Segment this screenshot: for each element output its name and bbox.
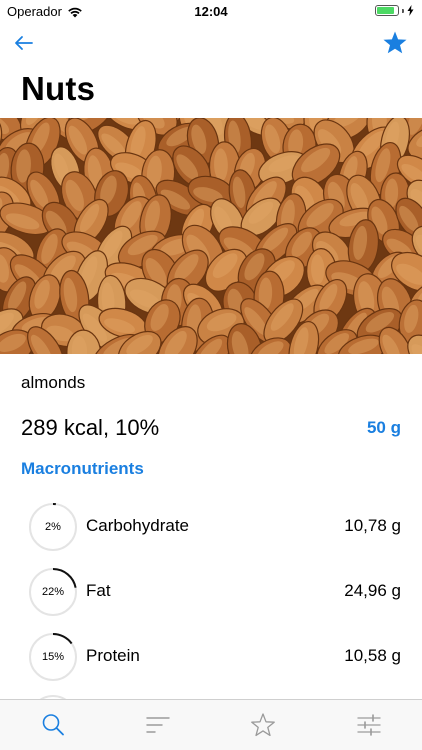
tab-search[interactable] xyxy=(38,710,68,740)
battery-icon xyxy=(375,5,399,16)
nutrient-name: Carbohydrate xyxy=(86,516,190,535)
battery-level-fill xyxy=(377,7,394,14)
battery-indicator xyxy=(375,5,414,16)
tab-favorites[interactable] xyxy=(248,710,278,740)
navigation-bar xyxy=(0,24,422,64)
nutrient-amount: 24,96 g xyxy=(344,581,401,600)
nutrient-name: Fat xyxy=(86,581,111,600)
nutrient-row-fat: 22% Fat 24,96 g xyxy=(0,567,422,623)
nutrient-amount: 10,58 g xyxy=(344,646,401,665)
nutrient-name: Protein xyxy=(86,646,140,665)
percent-label: 2% xyxy=(45,521,61,533)
back-button[interactable] xyxy=(10,28,40,58)
star-filled-icon xyxy=(383,31,407,54)
status-bar: Operador 12:04 xyxy=(0,0,422,22)
energy-value: 289 kcal, 10% xyxy=(21,415,160,440)
battery-tip xyxy=(402,8,404,13)
nutrient-row-carbohydrate: 2% Carbohydrate 10,78 g xyxy=(0,502,422,558)
star-outline-icon xyxy=(251,713,275,737)
sliders-icon xyxy=(357,714,381,736)
list-sort-icon xyxy=(146,717,170,733)
food-image xyxy=(0,118,422,354)
tab-settings[interactable] xyxy=(354,710,384,740)
arrow-left-icon xyxy=(15,36,33,50)
tab-bar xyxy=(0,699,422,750)
page-title: Nuts xyxy=(21,70,96,107)
percent-label: 22% xyxy=(41,586,65,598)
charging-bolt-icon xyxy=(407,5,414,16)
tab-sort[interactable] xyxy=(143,710,173,740)
macronutrients-header: Macronutrients xyxy=(21,459,144,478)
status-time: 12:04 xyxy=(194,4,228,19)
percent-label: 15% xyxy=(41,651,65,663)
nutrient-row-protein: 15% Protein 10,58 g xyxy=(0,632,422,688)
search-icon xyxy=(42,714,64,736)
food-name: almonds xyxy=(21,373,86,392)
portion-size-button[interactable]: 50 g xyxy=(367,418,401,438)
nutrient-amount: 10,78 g xyxy=(344,516,401,535)
almonds-photo xyxy=(0,118,422,354)
favorite-button[interactable] xyxy=(380,28,410,58)
